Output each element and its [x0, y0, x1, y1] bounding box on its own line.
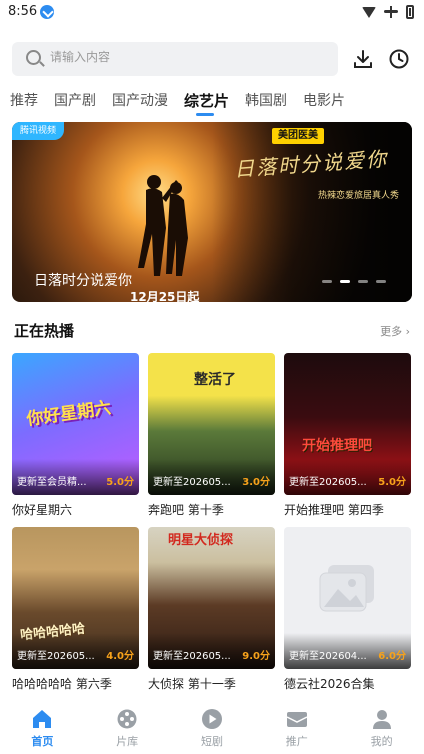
banner-platform-logo: 腾讯视频: [12, 122, 64, 140]
nav-home[interactable]: 首页: [0, 700, 85, 754]
airplane-icon: [384, 6, 398, 18]
update-status: 更新至会员精...: [17, 477, 87, 488]
tab-variety[interactable]: 综艺片: [184, 90, 229, 118]
show-title[interactable]: 大侦探 第十一季: [148, 675, 236, 692]
banner-sponsor-logo: 美团医美: [272, 128, 324, 144]
nav-library-label: 片库: [116, 735, 139, 748]
show-poster[interactable]: 开始推理吧 更新至202605... 5.0分: [284, 353, 411, 495]
show-title[interactable]: 哈哈哈哈哈 第六季: [12, 675, 112, 692]
nav-promo[interactable]: 推广: [254, 700, 339, 754]
image-placeholder-icon: [319, 565, 374, 612]
search-box[interactable]: [12, 42, 338, 76]
tab-domestic-drama[interactable]: 国产剧: [54, 90, 96, 118]
profile-icon: [372, 710, 391, 729]
rating-score: 5.0分: [378, 477, 406, 488]
rating-score: 3.0分: [242, 477, 270, 488]
download-icon[interactable]: [352, 48, 374, 70]
banner-tagline: 热辣恋爱旅居真人秀: [318, 191, 400, 201]
banner-title: 日落时分说爱你: [34, 273, 132, 289]
system-icons: [362, 5, 414, 19]
nav-home-label: 首页: [31, 735, 54, 748]
show-poster[interactable]: 整活了 更新至202605... 3.0分: [148, 353, 275, 495]
tab-korean-drama[interactable]: 韩国剧: [245, 90, 287, 118]
banner-dot[interactable]: [322, 280, 332, 283]
poster-show-logo: 整活了: [194, 372, 236, 388]
update-status: 更新至202605...: [289, 477, 367, 488]
banner-pagination: [322, 280, 386, 283]
tab-domestic-anime[interactable]: 国产动漫: [112, 90, 168, 118]
nav-shorts[interactable]: 短剧: [170, 700, 255, 754]
show-title[interactable]: 开始推理吧 第四季: [284, 501, 384, 518]
nav-profile-label: 我的: [370, 735, 393, 748]
poster-show-logo: 开始推理吧: [302, 438, 372, 454]
status-bar: 8:56: [0, 0, 424, 26]
nav-promo-label: 推广: [285, 735, 308, 748]
rating-score: 4.0分: [106, 651, 134, 662]
tab-recommend[interactable]: 推荐: [10, 90, 38, 118]
section-title: 正在热播: [14, 322, 75, 340]
hero-banner[interactable]: 腾讯视频 美团医美 日落时分说爱你 热辣恋爱旅居真人秀 日落时分说爱你 12月2…: [12, 122, 412, 302]
rating-score: 9.0分: [242, 651, 270, 662]
nav-shorts-label: 短剧: [200, 735, 223, 748]
show-poster[interactable]: 哈哈哈哈哈 更新至202605... 4.0分: [12, 527, 139, 669]
update-status: 更新至202605...: [17, 651, 95, 662]
mail-icon: [286, 712, 308, 727]
battery-icon: [406, 5, 414, 19]
banner-dot-active[interactable]: [340, 280, 350, 283]
rating-score: 6.0分: [378, 651, 406, 662]
search-row: [12, 42, 416, 76]
poster-show-logo: 明星大侦探: [168, 533, 234, 548]
banner-dot[interactable]: [376, 280, 386, 283]
update-status: 更新至202605...: [153, 651, 231, 662]
banner-dot[interactable]: [358, 280, 368, 283]
poster-show-logo: 你好星期六: [25, 398, 113, 430]
search-input[interactable]: [50, 50, 310, 64]
banner-date: 12月25日起: [130, 290, 200, 302]
show-poster[interactable]: 更新至202604... 6.0分: [284, 527, 411, 669]
wifi-icon: [362, 6, 376, 18]
film-reel-icon: [117, 709, 137, 729]
tab-movies[interactable]: 电影片: [303, 90, 345, 118]
rating-score: 5.0分: [106, 477, 134, 488]
show-poster[interactable]: 明星大侦探 更新至202605... 9.0分: [148, 527, 275, 669]
section-header: 正在热播 更多 ›: [14, 320, 410, 340]
nav-profile[interactable]: 我的: [339, 700, 424, 754]
bottom-nav: 首页 片库 短剧 推广 我的: [0, 700, 424, 754]
clock-icon[interactable]: [388, 48, 410, 70]
download-notification-icon: [40, 5, 54, 19]
play-icon: [201, 709, 222, 729]
update-status: 更新至202605...: [153, 477, 231, 488]
category-tabs: 推荐 国产剧 国产动漫 综艺片 韩国剧 电影片: [0, 90, 424, 118]
more-link[interactable]: 更多 ›: [380, 323, 410, 339]
search-icon: [26, 50, 41, 65]
show-poster[interactable]: 你好星期六 更新至会员精... 5.0分: [12, 353, 139, 495]
update-status: 更新至202604...: [289, 651, 367, 662]
status-time: 8:56: [8, 4, 38, 19]
nav-library[interactable]: 片库: [85, 700, 170, 754]
show-title[interactable]: 德云社2026合集: [284, 675, 375, 692]
show-title[interactable]: 奔跑吧 第十季: [148, 501, 224, 518]
couple-silhouette-image: [138, 175, 188, 276]
home-icon: [33, 710, 52, 728]
show-title[interactable]: 你好星期六: [12, 501, 72, 518]
